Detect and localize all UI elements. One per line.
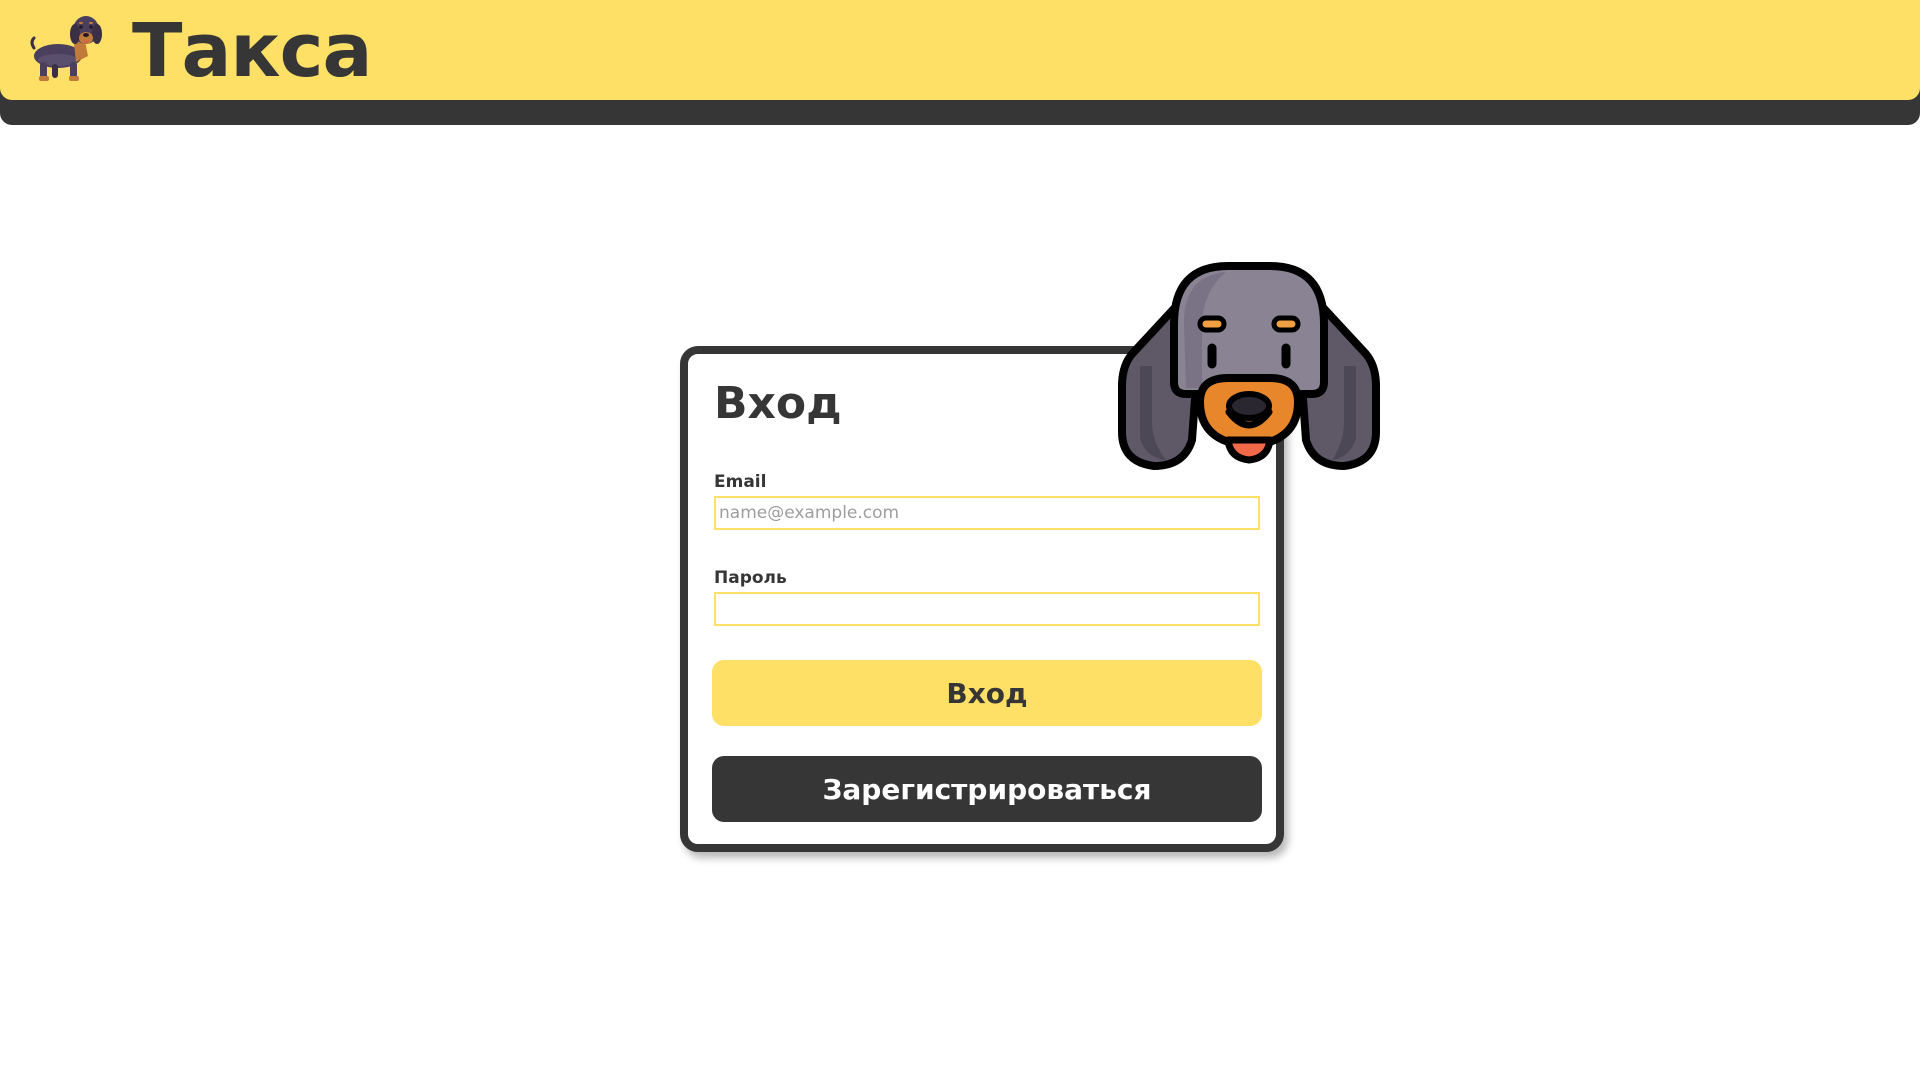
header: Такса [0,0,1920,125]
login-title: Вход [714,378,842,429]
login-button[interactable]: Вход [712,660,1262,726]
register-button[interactable]: Зарегистрироваться [712,756,1262,822]
dog-face-icon [1118,262,1380,470]
header-bar: Такса [0,0,1920,100]
password-field[interactable] [714,592,1260,626]
email-label: Email [714,472,767,492]
dachshund-icon[interactable] [28,10,106,86]
password-label: Пароль [714,568,787,588]
brand-title[interactable]: Такса [132,6,372,96]
email-field[interactable] [714,496,1260,530]
